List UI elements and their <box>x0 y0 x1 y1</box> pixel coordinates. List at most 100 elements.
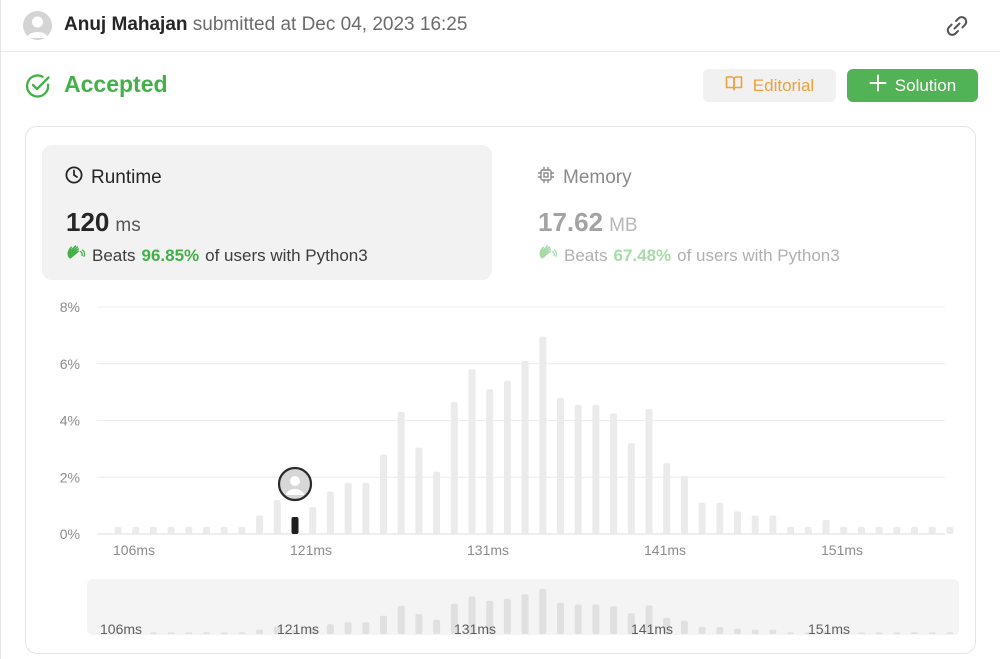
bar[interactable] <box>114 526 122 534</box>
bar[interactable] <box>185 526 193 534</box>
bar[interactable] <box>574 404 582 534</box>
overview-bar <box>751 629 759 634</box>
beats-prefix: Beats <box>92 245 136 265</box>
beats-suffix: of users with Python3 <box>677 245 840 265</box>
overview-bar <box>592 604 600 634</box>
runtime-title: Runtime <box>65 166 162 190</box>
bar[interactable] <box>557 397 564 534</box>
runtime-unit: ms <box>115 215 141 236</box>
bar[interactable] <box>326 491 334 534</box>
bar[interactable] <box>840 526 848 534</box>
bar[interactable] <box>380 454 387 534</box>
overview-bar <box>521 594 529 634</box>
bar[interactable] <box>627 443 635 534</box>
bar[interactable] <box>928 526 936 534</box>
overview-bar <box>167 632 175 634</box>
link-icon[interactable] <box>943 13 971 39</box>
bar[interactable] <box>857 526 865 534</box>
bar[interactable] <box>716 502 724 534</box>
overview-bar <box>326 624 334 634</box>
overview-bar <box>716 626 724 634</box>
x-tick-label: 106ms <box>113 542 155 558</box>
bar[interactable] <box>362 482 370 534</box>
overview-bar <box>857 632 865 634</box>
bar[interactable] <box>769 515 777 534</box>
bar[interactable] <box>610 413 618 534</box>
bar[interactable] <box>822 519 830 534</box>
bar[interactable] <box>468 369 476 534</box>
bar[interactable] <box>132 526 140 534</box>
bar[interactable] <box>273 499 281 534</box>
bar[interactable] <box>486 389 494 534</box>
bar[interactable] <box>592 404 600 534</box>
bar[interactable] <box>698 502 706 534</box>
runtime-number: 120 <box>66 207 110 237</box>
tab-memory[interactable]: Memory 17.62 MB Beats 67.48% of users wit… <box>514 145 964 280</box>
bar[interactable] <box>256 515 264 534</box>
bar[interactable] <box>415 447 423 534</box>
overview-bar <box>185 632 193 634</box>
memory-number: 17.62 <box>538 207 604 237</box>
bar[interactable] <box>149 526 157 534</box>
bar[interactable] <box>503 380 511 534</box>
bar[interactable] <box>734 511 741 534</box>
bar[interactable] <box>167 526 175 534</box>
user-avatar-icon[interactable] <box>23 11 52 40</box>
overview-bar <box>362 622 370 634</box>
bar[interactable] <box>344 482 352 534</box>
bar-highlight[interactable] <box>291 516 299 534</box>
status-label: Accepted <box>64 71 168 97</box>
bar[interactable] <box>751 515 759 534</box>
beats-percent: 67.48% <box>613 245 672 265</box>
bar[interactable] <box>946 526 954 534</box>
bar[interactable] <box>663 463 671 534</box>
runtime-beats: Beats 96.85% of users with Python3 <box>66 244 368 267</box>
overview-bar <box>380 615 387 634</box>
tab-runtime[interactable]: Runtime 120 ms Beats 96.85% of users with… <box>42 145 492 280</box>
hand-wave-icon <box>66 244 86 267</box>
overview-bar <box>397 606 405 634</box>
y-tick-label: 2% <box>60 469 80 485</box>
overview-bar <box>344 622 352 634</box>
bar[interactable] <box>220 526 228 534</box>
submission-header: Anuj Mahajan submitted at Dec 04, 2023 1… <box>0 0 1000 52</box>
runtime-distribution-chart: 0% 2% 4% 6% 8% 106ms 121ms 131ms 141ms 151ms <box>60 299 954 558</box>
add-solution-button[interactable]: Solution <box>847 69 978 102</box>
bar[interactable] <box>787 526 795 534</box>
memory-value: 17.62 MB <box>538 207 638 238</box>
x-tick-label: 131ms <box>467 542 509 558</box>
memory-unit: MB <box>609 215 638 236</box>
bar[interactable] <box>203 526 210 534</box>
submission-info: Anuj Mahajan submitted at Dec 04, 2023 1… <box>64 14 467 36</box>
user-name[interactable]: Anuj Mahajan <box>64 14 188 35</box>
bar[interactable] <box>893 526 901 534</box>
overview-bar <box>557 602 564 634</box>
overview-bar <box>503 598 511 634</box>
overview-bar <box>734 628 741 634</box>
overview-bar <box>220 632 228 634</box>
overview-bar <box>433 619 441 634</box>
overview-bar <box>946 632 954 634</box>
overview-x-tick-label: 131ms <box>454 621 496 635</box>
plus-icon <box>869 74 887 97</box>
submitted-time: submitted at Dec 04, 2023 16:25 <box>192 14 468 35</box>
x-tick-label: 151ms <box>821 542 863 558</box>
bar[interactable] <box>875 526 883 534</box>
bar[interactable] <box>539 336 547 534</box>
bar[interactable] <box>238 526 246 534</box>
bar[interactable] <box>521 360 529 534</box>
left-border <box>0 0 1 659</box>
bar[interactable] <box>433 471 441 534</box>
overview-bar <box>203 632 210 634</box>
bar[interactable] <box>309 507 317 534</box>
bar[interactable] <box>804 526 812 534</box>
chart-overview-brush[interactable]: 106ms 121ms 131ms 141ms 151ms <box>87 579 959 637</box>
bar[interactable] <box>645 409 653 534</box>
bar[interactable] <box>450 402 458 534</box>
y-tick-label: 6% <box>60 356 80 372</box>
editorial-button[interactable]: Editorial <box>703 69 836 102</box>
editorial-label: Editorial <box>752 75 815 95</box>
bar[interactable] <box>911 526 918 534</box>
bar[interactable] <box>397 411 405 534</box>
bar[interactable] <box>680 475 688 534</box>
